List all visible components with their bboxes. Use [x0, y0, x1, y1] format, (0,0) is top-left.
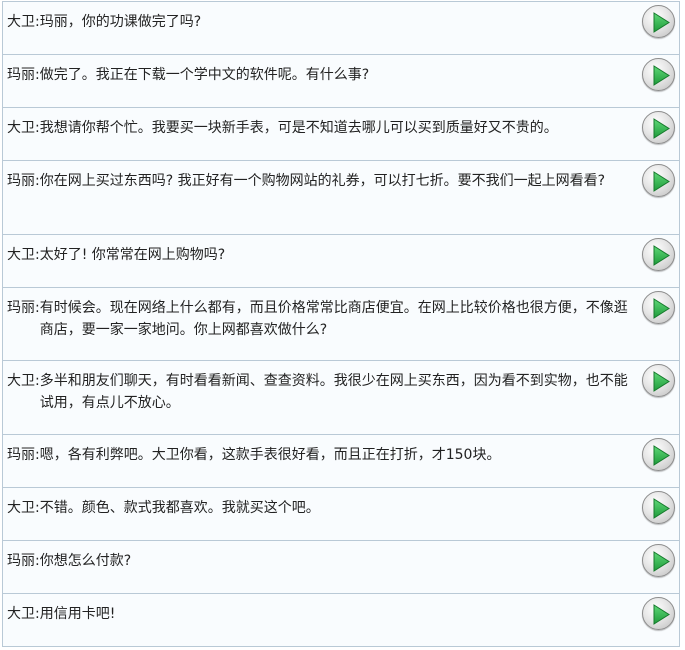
dialogue-row: 大卫: 多半和朋友们聊天，有时看看新闻、查查资料。我很少在网上买东西，因为看不到… [2, 361, 680, 435]
dialogue-line: 玛丽: 你在网上买过东西吗? 我正好有一个购物网站的礼券，可以打七折。要不我们一… [7, 170, 635, 192]
play-button[interactable] [642, 491, 675, 524]
line-text: 用信用卡吧! [39, 606, 116, 622]
line-text: 做完了。我正在下载一个学中文的软件呢。有什么事? [39, 67, 370, 83]
speaker-name: 大卫: [7, 120, 40, 136]
speaker-name: 玛丽: [7, 300, 40, 316]
play-button[interactable] [642, 597, 675, 630]
play-button[interactable] [642, 364, 675, 397]
dialogue-row: 大卫: 我想请你帮个忙。我要买一块新手表，可是不知道去哪儿可以买到质量好又不贵的… [2, 108, 680, 161]
play-button[interactable] [642, 111, 675, 144]
speaker-name: 大卫: [7, 247, 40, 263]
line-text: 我想请你帮个忙。我要买一块新手表，可是不知道去哪儿可以买到质量好又不贵的。 [39, 120, 558, 136]
speaker-name: 大卫: [7, 14, 40, 30]
dialogue-line: 大卫: 玛丽，你的功课做完了吗? [7, 11, 635, 33]
play-icon [653, 12, 670, 33]
line-text: 有时候会。现在网络上什么都有，而且价格常常比商店便宜。在网上比较价格也很方便，不… [39, 300, 628, 338]
play-icon [653, 298, 670, 319]
speaker-name: 玛丽: [7, 447, 40, 463]
play-button[interactable] [642, 291, 675, 324]
speaker-name: 大卫: [7, 373, 40, 389]
play-icon [653, 551, 670, 572]
play-icon [653, 604, 670, 625]
dialogue-row: 大卫: 不错。颜色、款式我都喜欢。我就买这个吧。 [2, 488, 680, 541]
speaker-name: 玛丽: [7, 67, 40, 83]
dialogue-line: 大卫: 用信用卡吧! [7, 603, 635, 625]
dialogue-row: 玛丽: 你想怎么付款? [2, 541, 680, 594]
play-button[interactable] [642, 164, 675, 197]
speaker-name: 大卫: [7, 500, 40, 516]
dialogue-line: 玛丽: 做完了。我正在下载一个学中文的软件呢。有什么事? [7, 64, 635, 86]
dialogue-line: 玛丽: 有时候会。现在网络上什么都有，而且价格常常比商店便宜。在网上比较价格也很… [7, 297, 635, 341]
line-text: 太好了! 你常常在网上购物吗? [39, 247, 226, 263]
play-button[interactable] [642, 544, 675, 577]
dialogue-line: 大卫: 太好了! 你常常在网上购物吗? [7, 244, 635, 266]
play-button[interactable] [642, 238, 675, 271]
play-button[interactable] [642, 5, 675, 38]
line-text: 你想怎么付款? [39, 553, 132, 569]
dialogue-line: 大卫: 我想请你帮个忙。我要买一块新手表，可是不知道去哪儿可以买到质量好又不贵的… [7, 117, 635, 139]
play-icon [653, 171, 670, 192]
line-text: 嗯，各有利弊吧。大卫你看，这款手表很好看，而且正在打折，才150块。 [39, 447, 501, 463]
play-icon [653, 118, 670, 139]
dialogue-row: 玛丽: 你在网上买过东西吗? 我正好有一个购物网站的礼券，可以打七折。要不我们一… [2, 161, 680, 235]
speaker-name: 玛丽: [7, 553, 40, 569]
speaker-name: 玛丽: [7, 173, 40, 189]
dialogue-line: 玛丽: 你想怎么付款? [7, 550, 635, 572]
line-text: 不错。颜色、款式我都喜欢。我就买这个吧。 [39, 500, 320, 516]
dialogue-row: 玛丽: 做完了。我正在下载一个学中文的软件呢。有什么事? [2, 55, 680, 108]
play-icon [653, 245, 670, 266]
play-button[interactable] [642, 58, 675, 91]
dialogue-row: 玛丽: 有时候会。现在网络上什么都有，而且价格常常比商店便宜。在网上比较价格也很… [2, 288, 680, 361]
dialogue-row: 玛丽: 嗯，各有利弊吧。大卫你看，这款手表很好看，而且正在打折，才150块。 [2, 435, 680, 488]
play-icon [653, 498, 670, 519]
line-text: 多半和朋友们聊天，有时看看新闻、查查资料。我很少在网上买东西，因为看不到实物，也… [39, 373, 628, 411]
dialogue-row: 大卫: 玛丽，你的功课做完了吗? [2, 2, 680, 55]
play-icon [653, 65, 670, 86]
dialogue-line: 大卫: 多半和朋友们聊天，有时看看新闻、查查资料。我很少在网上买东西，因为看不到… [7, 370, 635, 414]
play-icon [653, 445, 670, 466]
dialogue-line: 玛丽: 嗯，各有利弊吧。大卫你看，这款手表很好看，而且正在打折，才150块。 [7, 444, 635, 466]
line-text: 玛丽，你的功课做完了吗? [39, 14, 202, 30]
dialogue-row: 大卫: 用信用卡吧! [2, 594, 680, 647]
dialogue-list: 大卫: 玛丽，你的功课做完了吗? 玛丽: 做完了。我正在下载一个学中文的软件呢。… [2, 1, 680, 647]
play-button[interactable] [642, 438, 675, 471]
speaker-name: 大卫: [7, 606, 40, 622]
play-icon [653, 371, 670, 392]
dialogue-line: 大卫: 不错。颜色、款式我都喜欢。我就买这个吧。 [7, 497, 635, 519]
dialogue-row: 大卫: 太好了! 你常常在网上购物吗? [2, 235, 680, 288]
line-text: 你在网上买过东西吗? 我正好有一个购物网站的礼券，可以打七折。要不我们一起上网看… [39, 173, 606, 189]
